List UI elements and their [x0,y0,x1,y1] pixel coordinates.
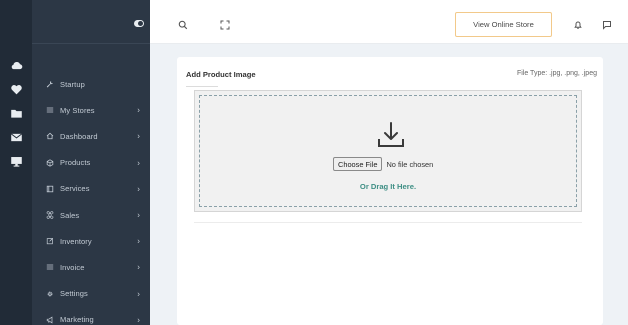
sidebar-item-label: Sales [60,210,80,220]
sidebar-item-inventory[interactable]: Inventory › [32,228,150,254]
folder-icon[interactable] [0,101,32,125]
sidebar-item-label: Products [60,158,91,168]
sidebar-item-label: Startup [60,79,85,89]
sidebar-item-label: Settings [60,289,88,299]
gear-icon [45,289,54,298]
sidebar-item-label: Services [60,184,90,194]
chevron-right-icon: › [137,315,140,325]
sidebar-header [32,0,150,44]
sidebar-item-dashboard[interactable]: Dashboard › [32,123,150,149]
monitor-icon[interactable] [0,149,32,173]
bell-icon[interactable] [573,17,583,29]
file-type-label: File Type: .jpg, .png, .jpeg [516,70,597,77]
message-icon[interactable] [602,17,612,30]
upload-card: Add Product Image File Type: .jpg, .png,… [177,57,603,325]
download-icon [378,122,404,147]
view-online-store-button[interactable]: View Online Store [455,12,552,37]
chevron-right-icon: › [137,289,140,299]
chevron-right-icon: › [137,262,140,272]
heart-icon[interactable] [0,77,32,101]
top-header: View Online Store [150,0,628,44]
chevron-right-icon: › [137,105,140,115]
main-content: Add Product Image File Type: .jpg, .png,… [150,44,628,325]
fullscreen-icon[interactable] [220,17,230,30]
dropzone-dashed-border: Choose File No file chosen Or Drag It He… [199,95,577,207]
edit-icon [45,237,54,246]
home-icon [45,132,54,141]
megaphone-icon [45,315,54,324]
list-icon [45,263,54,272]
sidebar-item-label: Inventory [60,236,92,246]
file-input-row: Choose File No file chosen [333,157,433,171]
cube-icon [45,158,54,167]
sidebar-item-label: My Stores [60,105,95,115]
sidebar-item-startup[interactable]: Startup [32,71,150,97]
sidebar-item-label: Dashboard [60,131,98,141]
divider [194,222,582,223]
sidebar-item-my-stores[interactable]: My Stores › [32,97,150,123]
sidebar-item-invoice[interactable]: Invoice › [32,254,150,280]
mail-icon[interactable] [0,125,32,149]
wrench-icon [45,80,54,89]
no-file-text: No file chosen [386,159,434,169]
sidebar-item-label: Marketing [60,315,94,325]
list-icon [45,106,54,115]
sidebar-item-settings[interactable]: Settings › [32,281,150,307]
choose-file-button[interactable]: Choose File [333,157,383,171]
sidebar-toggle-icon[interactable] [134,20,144,27]
sidebar-item-label: Invoice [60,262,85,272]
sidebar-item-sales[interactable]: Sales › [32,202,150,228]
drag-hint-text: Or Drag It Here. [359,182,417,191]
command-icon [45,211,54,220]
sidebar-nav: Startup My Stores › Dashboard › Products › Serv… [32,71,150,325]
sidebar: Startup My Stores › Dashboard › Products › Serv… [32,0,150,325]
sidebar-item-products[interactable]: Products › [32,150,150,176]
image-dropzone[interactable]: Choose File No file chosen Or Drag It He… [194,90,582,212]
cloud-icon[interactable] [0,53,32,77]
title-underline [186,86,218,87]
card-title: Add Product Image [186,70,256,79]
chevron-right-icon: › [137,184,140,194]
sidebar-item-services[interactable]: Services › [32,176,150,202]
chevron-right-icon: › [137,236,140,246]
sidebar-item-marketing[interactable]: Marketing › [32,307,150,325]
chevron-right-icon: › [137,210,140,220]
chevron-right-icon: › [137,131,140,141]
search-icon[interactable] [178,17,188,30]
chevron-right-icon: › [137,158,140,168]
icon-rail [0,0,32,325]
square-icon [45,184,54,193]
